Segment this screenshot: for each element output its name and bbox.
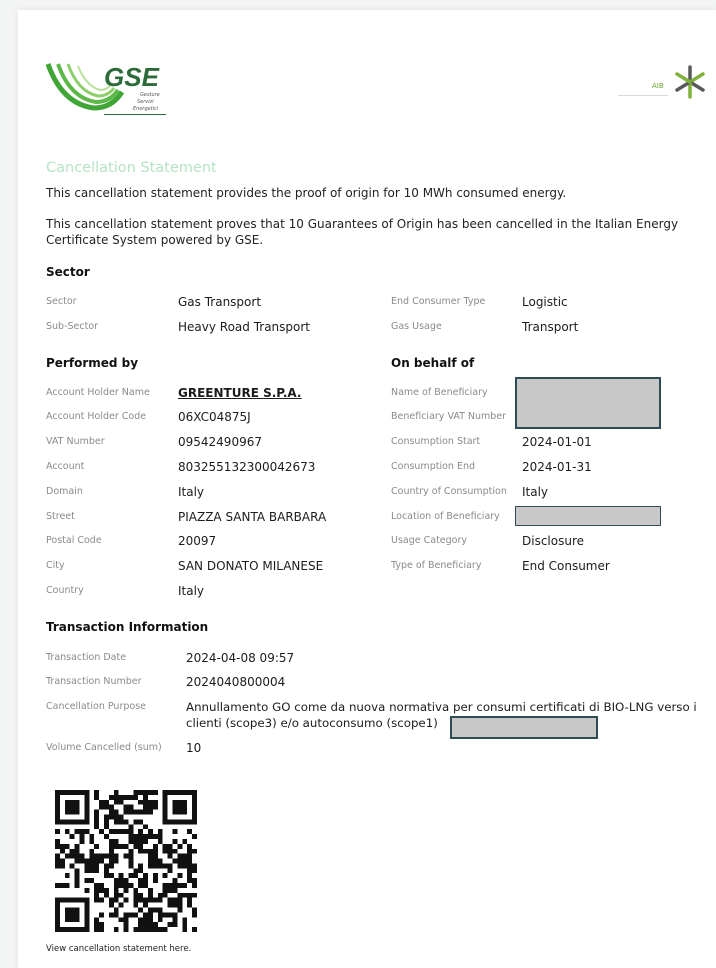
country-of-consumption-value: Italy: [522, 485, 549, 499]
street-label: Street: [46, 511, 75, 522]
vat-number-value: 09542490967: [178, 435, 262, 449]
domain-value: Italy: [178, 485, 205, 499]
beneficiary-redaction: [515, 377, 661, 429]
gse-logo-sub-1: Gestore: [140, 92, 160, 98]
cancellation-purpose-line-1: Annullamento GO come da nuova normativa …: [186, 700, 697, 714]
domain-label: Domain: [46, 486, 83, 497]
volume-cancelled-value: 10: [186, 741, 202, 755]
gas-usage-label: Gas Usage: [391, 321, 442, 332]
location-of-beneficiary-label: Location of Beneficiary: [391, 511, 500, 522]
account-holder-name-label: Account Holder Name: [46, 387, 150, 398]
location-redaction: [515, 506, 661, 526]
transaction-date-value: 2024-04-08 09:57: [186, 651, 295, 665]
transaction-date-label: Transaction Date: [46, 652, 127, 663]
gse-logo-underline: [104, 114, 166, 115]
account-label: Account: [46, 461, 85, 472]
statement-title: Cancellation Statement: [46, 160, 217, 176]
gse-logo: GSE Gestore Servizi Energetici: [44, 58, 174, 124]
consumption-start-label: Consumption Start: [391, 436, 481, 447]
account-holder-code-value: 06XC04875J: [178, 410, 251, 424]
sector-label: Sector: [46, 296, 77, 307]
consumption-start-value: 2024-01-01: [522, 435, 592, 449]
gse-logo-sub-2: Servizi: [137, 99, 154, 105]
sector-heading: Sector: [46, 265, 90, 279]
gas-usage-value: Transport: [522, 320, 579, 334]
country-value: Italy: [178, 584, 205, 598]
usage-category-value: Disclosure: [522, 534, 585, 548]
sub-sector-label: Sub-Sector: [46, 321, 99, 332]
end-consumer-type-label: End Consumer Type: [391, 296, 486, 307]
aib-logo: AIB: [614, 60, 714, 110]
country-of-consumption-label: Country of Consumption: [391, 486, 507, 497]
sector-value: Gas Transport: [178, 295, 262, 309]
country-label: Country: [46, 585, 84, 596]
volume-cancelled-label: Volume Cancelled (sum): [46, 742, 162, 753]
consumption-end-label: Consumption End: [391, 461, 475, 472]
transaction-heading: Transaction Information: [46, 620, 209, 634]
sub-sector-value: Heavy Road Transport: [178, 320, 311, 334]
cancellation-purpose-line-2: clienti (scope3) e/o autoconsumo (scope1…: [186, 716, 438, 730]
aib-logo-text: AIB: [652, 82, 664, 90]
purpose-redaction: [450, 716, 598, 739]
city-value: SAN DONATO MILANESE: [178, 559, 324, 573]
aib-star-icon: [675, 65, 705, 99]
account-value: 803255132300042673: [178, 460, 316, 474]
gse-logo-text: GSE: [104, 62, 159, 92]
on-behalf-of-heading: On behalf of: [391, 356, 475, 370]
performed-by-heading: Performed by: [46, 356, 139, 370]
vat-number-label: VAT Number: [46, 436, 105, 447]
intro-paragraph-2-line-2: Certificate System powered by GSE.: [46, 233, 264, 247]
beneficiary-vat-number-label: Beneficiary VAT Number: [391, 411, 507, 422]
intro-paragraph-1: This cancellation statement provides the…: [46, 186, 567, 200]
intro-paragraph-2-line-1: This cancellation statement proves that …: [46, 217, 679, 231]
account-holder-code-label: Account Holder Code: [46, 411, 147, 422]
cancellation-purpose-label: Cancellation Purpose: [46, 701, 146, 712]
type-of-beneficiary-label: Type of Beneficiary: [391, 560, 482, 571]
postal-code-label: Postal Code: [46, 535, 102, 546]
postal-code-value: 20097: [178, 534, 217, 548]
qr-code[interactable]: [55, 790, 197, 932]
type-of-beneficiary-value: End Consumer: [522, 559, 610, 573]
certificate-page: GSE Gestore Servizi Energetici AIB Cance…: [18, 10, 716, 968]
city-label: City: [46, 560, 65, 571]
gse-logo-sub-3: Energetici: [133, 106, 159, 112]
transaction-number-label: Transaction Number: [46, 676, 142, 687]
name-of-beneficiary-label: Name of Beneficiary: [391, 387, 488, 398]
qr-caption-link[interactable]: View cancellation statement here.: [46, 944, 191, 954]
aib-logo-rule: [618, 95, 668, 96]
transaction-number-value: 2024040800004: [186, 675, 286, 689]
consumption-end-value: 2024-01-31: [522, 460, 592, 474]
end-consumer-type-value: Logistic: [522, 295, 568, 309]
usage-category-label: Usage Category: [391, 535, 468, 546]
account-holder-name-link[interactable]: GREENTURE S.P.A.: [178, 386, 302, 400]
street-value: PIAZZA SANTA BARBARA: [178, 510, 327, 524]
